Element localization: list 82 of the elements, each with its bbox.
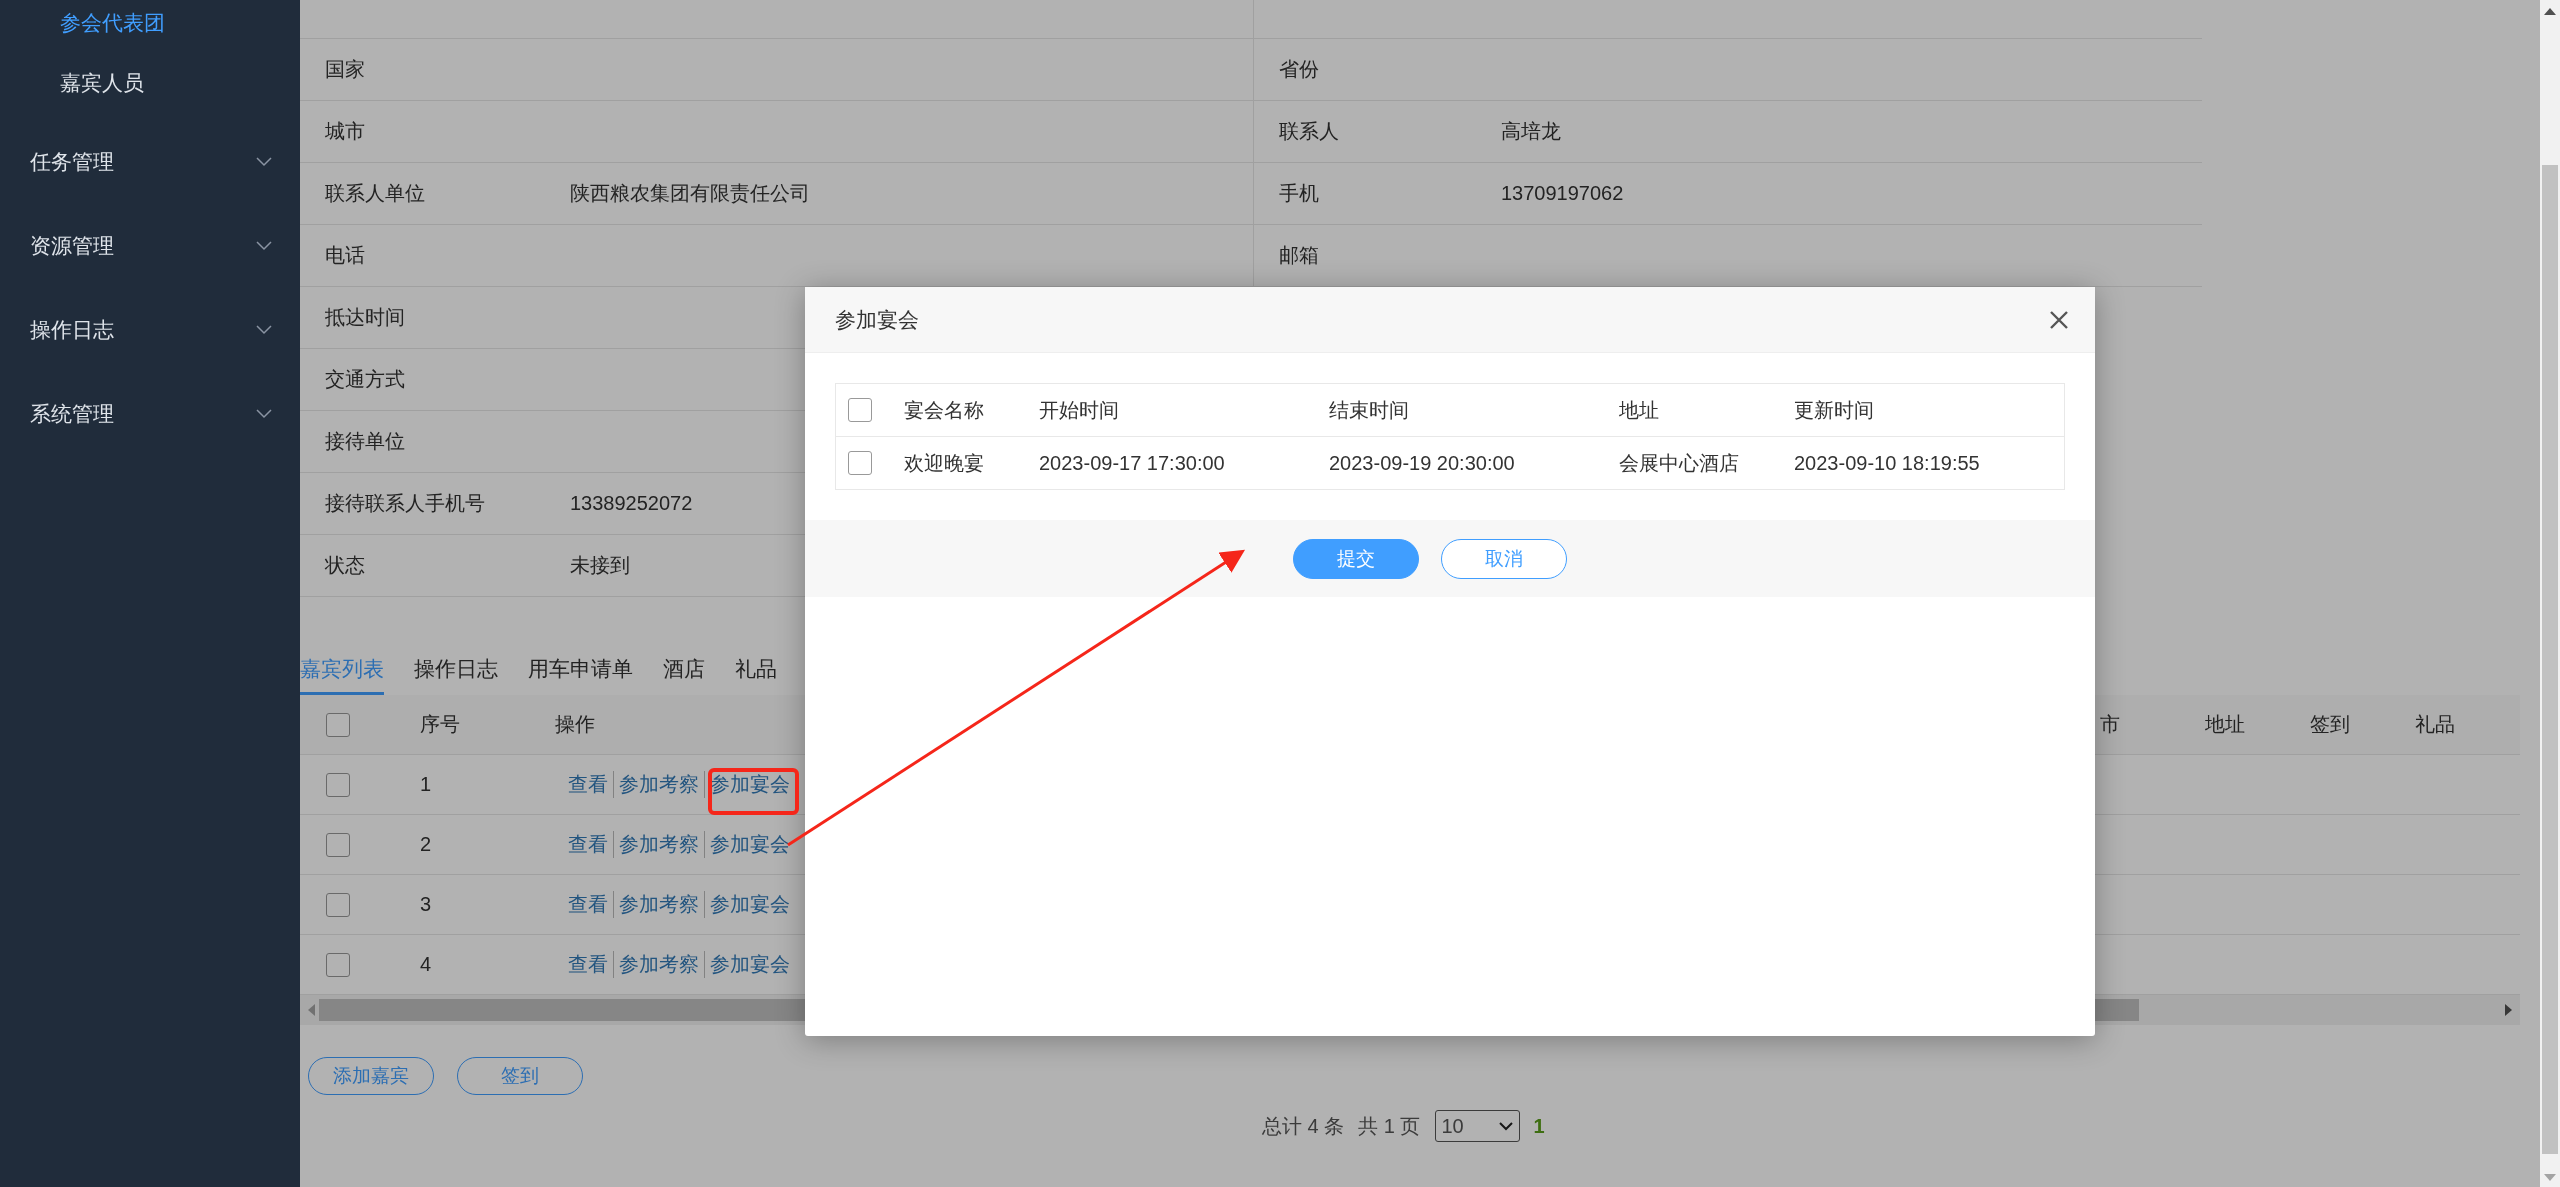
outline-button[interactable]: 添加嘉宾 bbox=[308, 1057, 434, 1095]
field-value: 13709197062 bbox=[1501, 182, 1624, 205]
field-label: 邮箱 bbox=[1279, 243, 1320, 268]
table-cell-text: 3 bbox=[419, 893, 433, 916]
field-label: 联系人 bbox=[1279, 119, 1340, 144]
column-header: 地址 bbox=[2205, 712, 2246, 737]
field-label: 状态 bbox=[325, 553, 366, 578]
current-page[interactable]: 1 bbox=[1533, 1114, 1545, 1138]
field-value: 13389252072 bbox=[570, 492, 693, 515]
sidebar-item[interactable]: 任务管理 bbox=[0, 120, 300, 204]
column-header: 签到 bbox=[2310, 712, 2351, 737]
table-cell-text: 4 bbox=[419, 953, 433, 976]
action-link[interactable]: 查看 bbox=[563, 831, 613, 858]
checkbox[interactable] bbox=[326, 832, 350, 857]
action-link[interactable]: 参加考察 bbox=[613, 891, 704, 918]
table-cell-text: 2 bbox=[419, 833, 433, 856]
field-label: 手机 bbox=[1279, 181, 1320, 206]
chevron-down-icon bbox=[256, 325, 272, 335]
column-header: 市 bbox=[2100, 712, 2121, 737]
tab[interactable]: 操作日志 bbox=[414, 645, 498, 695]
checkbox[interactable] bbox=[326, 772, 350, 797]
action-link[interactable]: 参加宴会 bbox=[704, 951, 795, 978]
cancel-button[interactable]: 取消 bbox=[1441, 538, 1567, 579]
action-link[interactable]: 参加考察 bbox=[613, 831, 704, 858]
action-link[interactable]: 查看 bbox=[563, 891, 613, 918]
action-link[interactable]: 参加宴会 bbox=[704, 891, 795, 918]
tab[interactable]: 酒店 bbox=[663, 645, 705, 695]
dialog-title: 参加宴会 bbox=[835, 306, 919, 333]
field-label: 城市 bbox=[325, 119, 366, 144]
table-cell-text: 2023-09-19 20:30:00 bbox=[1328, 451, 1516, 475]
column-header: 更新时间 bbox=[1793, 397, 1875, 423]
sidebar-item[interactable]: 资源管理 bbox=[0, 204, 300, 288]
sidebar-item[interactable]: 嘉宾人员 bbox=[0, 45, 300, 120]
chevron-down-icon bbox=[1498, 1121, 1513, 1131]
sidebar-item[interactable]: 操作日志 bbox=[0, 288, 300, 372]
page-count: 共 1 页 bbox=[1358, 1113, 1421, 1139]
tab[interactable]: 用车申请单 bbox=[528, 645, 633, 695]
action-link[interactable]: 参加宴会 bbox=[704, 831, 795, 858]
action-link[interactable]: 参加宴会 bbox=[704, 771, 795, 798]
column-header: 结束时间 bbox=[1328, 397, 1410, 423]
outline-button[interactable]: 签到 bbox=[457, 1057, 583, 1095]
field-label: 交通方式 bbox=[325, 367, 406, 392]
action-link[interactable]: 查看 bbox=[563, 771, 613, 798]
column-header: 开始时间 bbox=[1038, 397, 1120, 423]
checkbox[interactable] bbox=[848, 451, 872, 475]
action-link[interactable]: 参加考察 bbox=[613, 951, 704, 978]
sidebar-item[interactable]: 参会代表团 bbox=[0, 0, 300, 45]
action-link[interactable]: 参加考察 bbox=[613, 771, 704, 798]
total-count: 总计 4 条 bbox=[1262, 1113, 1345, 1139]
chevron-down-icon bbox=[256, 409, 272, 419]
action-link[interactable]: 查看 bbox=[563, 951, 613, 978]
table-cell-text: 欢迎晚宴 bbox=[903, 450, 985, 476]
field-value: 陕西粮农集团有限责任公司 bbox=[570, 181, 810, 206]
field-label: 联系人单位 bbox=[325, 181, 426, 206]
table-cell-text: 会展中心酒店 bbox=[1618, 450, 1740, 476]
checkbox[interactable] bbox=[848, 398, 872, 422]
checkbox[interactable] bbox=[326, 952, 350, 977]
table-cell-text: 1 bbox=[419, 773, 433, 796]
field-value: 高培龙 bbox=[1501, 119, 1561, 144]
field-label: 国家 bbox=[325, 57, 366, 82]
column-header: 地址 bbox=[1618, 397, 1660, 423]
field-label: 接待单位 bbox=[325, 429, 406, 454]
field-label: 省份 bbox=[1279, 57, 1320, 82]
column-header: 宴会名称 bbox=[903, 397, 985, 423]
chevron-down-icon bbox=[256, 157, 272, 167]
sidebar-item[interactable]: 系统管理 bbox=[0, 372, 300, 456]
table-cell-text: 2023-09-10 18:19:55 bbox=[1793, 451, 1981, 475]
column-header: 序号 bbox=[419, 712, 461, 737]
field-value: 未接到 bbox=[570, 553, 630, 578]
field-label: 电话 bbox=[325, 243, 366, 268]
vertical-scrollbar[interactable] bbox=[2540, 0, 2560, 1187]
checkbox[interactable] bbox=[326, 712, 350, 737]
page-size-select[interactable]: 10 bbox=[1434, 1110, 1520, 1142]
submit-button[interactable]: 提交 bbox=[1293, 538, 1419, 579]
tab[interactable]: 礼品 bbox=[735, 645, 777, 695]
field-label: 接待联系人手机号 bbox=[325, 491, 486, 516]
checkbox[interactable] bbox=[326, 892, 350, 917]
table-cell-text: 2023-09-17 17:30:00 bbox=[1038, 451, 1226, 475]
column-header: 操作 bbox=[555, 712, 596, 737]
chevron-down-icon bbox=[256, 241, 272, 251]
column-header: 礼品 bbox=[2415, 712, 2456, 737]
field-label: 抵达时间 bbox=[325, 305, 406, 330]
